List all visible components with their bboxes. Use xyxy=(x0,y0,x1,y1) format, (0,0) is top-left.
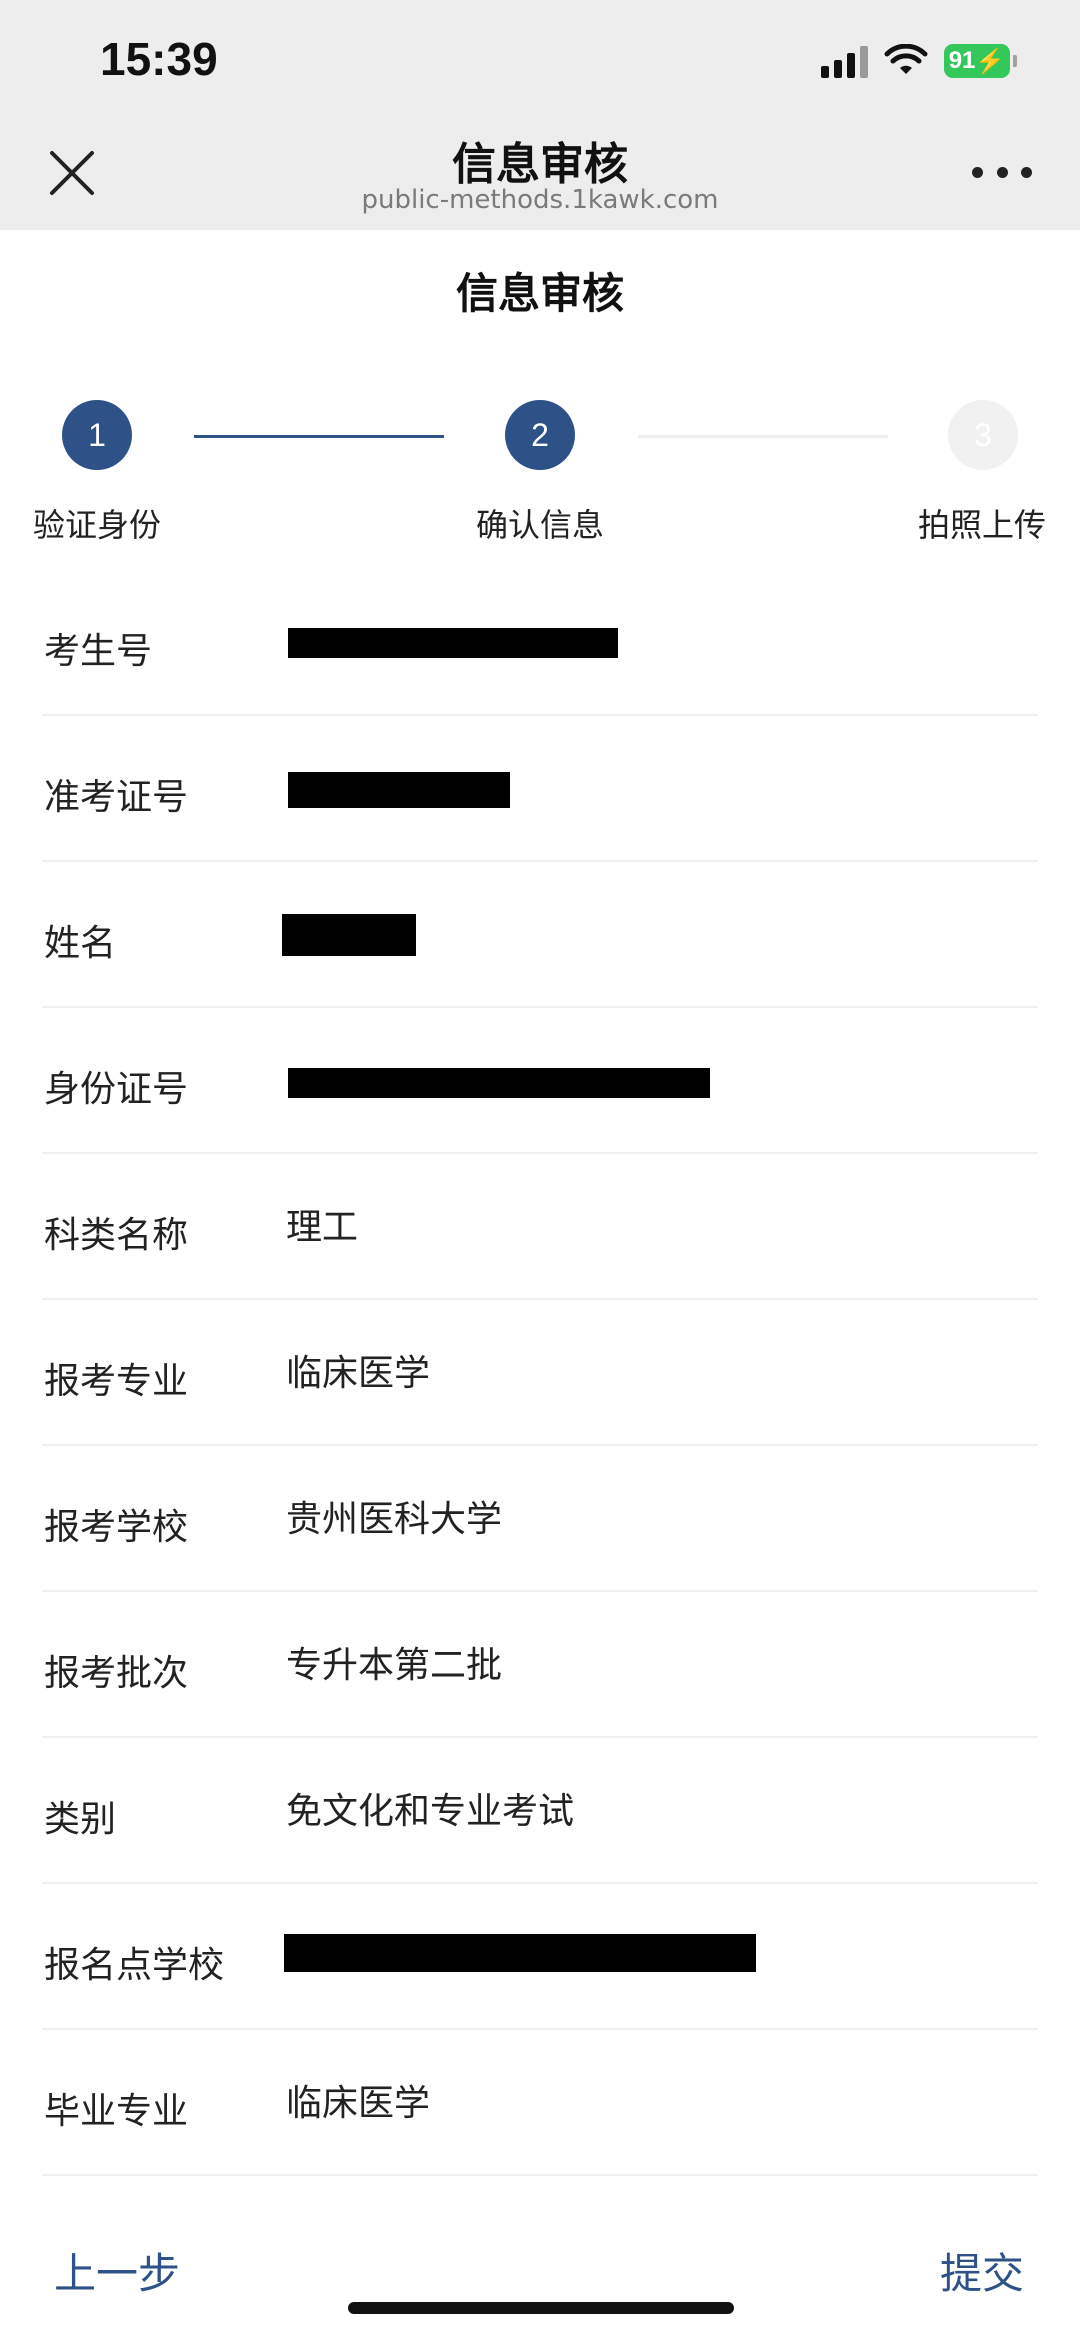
status-time: 15:39 xyxy=(100,33,218,85)
battery-icon: 91 ⚡ xyxy=(944,44,1017,78)
status-icons: 91 ⚡ xyxy=(821,44,1017,78)
home-indicator[interactable] xyxy=(348,2302,734,2314)
info-row-graduation-major: 毕业专业 临床医学 xyxy=(42,2030,1038,2176)
info-value: 贵州医科大学 xyxy=(286,1499,503,1540)
info-value: 专升本第二批 xyxy=(286,1645,503,1686)
redacted-value xyxy=(288,772,510,808)
info-label: 报考学校 xyxy=(44,1507,189,1548)
info-value: 理工 xyxy=(286,1207,359,1248)
battery-charging-icon: ⚡ xyxy=(975,47,1006,75)
info-label: 报考批次 xyxy=(44,1653,189,1694)
wifi-icon xyxy=(884,44,928,74)
info-label: 报名点学校 xyxy=(44,1945,225,1986)
step-2-label: 确认信息 xyxy=(475,506,605,544)
info-label: 身份证号 xyxy=(44,1069,189,1110)
info-label: 姓名 xyxy=(44,923,117,964)
redacted-value xyxy=(288,1068,710,1098)
nav-title: 信息审核 xyxy=(452,139,628,190)
battery-level: 91 xyxy=(948,47,976,74)
info-row-registration-school: 报名点学校 xyxy=(42,1884,1038,2030)
info-label: 报考专业 xyxy=(44,1361,189,1402)
info-label: 准考证号 xyxy=(44,777,189,818)
info-value: 免文化和专业考试 xyxy=(286,1791,575,1832)
submit-button[interactable]: 提交 xyxy=(940,2240,1024,2301)
step-3-circle: 3 xyxy=(948,400,1018,470)
info-row-name: 姓名 xyxy=(42,862,1038,1008)
redacted-value xyxy=(288,628,618,658)
step-connector-1 xyxy=(194,435,444,438)
redacted-value xyxy=(284,1934,756,1972)
info-row-admission-ticket: 准考证号 xyxy=(42,716,1038,862)
info-label: 毕业专业 xyxy=(44,2091,189,2132)
info-value: 临床医学 xyxy=(286,1353,431,1394)
more-options-icon[interactable] xyxy=(972,160,1032,184)
cellular-signal-icon xyxy=(821,44,868,78)
info-row-candidate-number: 考生号 xyxy=(42,570,1038,716)
info-label: 类别 xyxy=(44,1799,117,1840)
info-row-applied-school: 报考学校 贵州医科大学 xyxy=(42,1446,1038,1592)
info-row-id-number: 身份证号 xyxy=(42,1008,1038,1154)
nav-url: public-methods.1kawk.com xyxy=(361,185,719,215)
step-3-label: 拍照上传 xyxy=(917,506,1047,544)
step-connector-2 xyxy=(638,435,888,438)
step-1-circle: 1 xyxy=(62,400,132,470)
info-label: 科类名称 xyxy=(44,1215,189,1256)
step-2-circle: 2 xyxy=(505,400,575,470)
info-row-subject-category: 科类名称 理工 xyxy=(42,1154,1038,1300)
info-row-applied-major: 报考专业 临床医学 xyxy=(42,1300,1038,1446)
redacted-value xyxy=(282,914,416,956)
info-list: 考生号 准考证号 姓名 身份证号 科类名称 理工 报考专业 临床医学 报考学校 … xyxy=(42,570,1038,2176)
page-title: 信息审核 xyxy=(455,269,624,318)
info-label: 考生号 xyxy=(44,631,153,672)
info-row-batch: 报考批次 专升本第二批 xyxy=(42,1592,1038,1738)
step-1-label: 验证身份 xyxy=(32,506,162,544)
info-value: 临床医学 xyxy=(286,2083,431,2124)
info-row-category: 类别 免文化和专业考试 xyxy=(42,1738,1038,1884)
top-bar: 15:39 91 ⚡ 信息审核 public-methods.1kawk.com xyxy=(0,0,1080,230)
previous-step-button[interactable]: 上一步 xyxy=(54,2240,180,2301)
